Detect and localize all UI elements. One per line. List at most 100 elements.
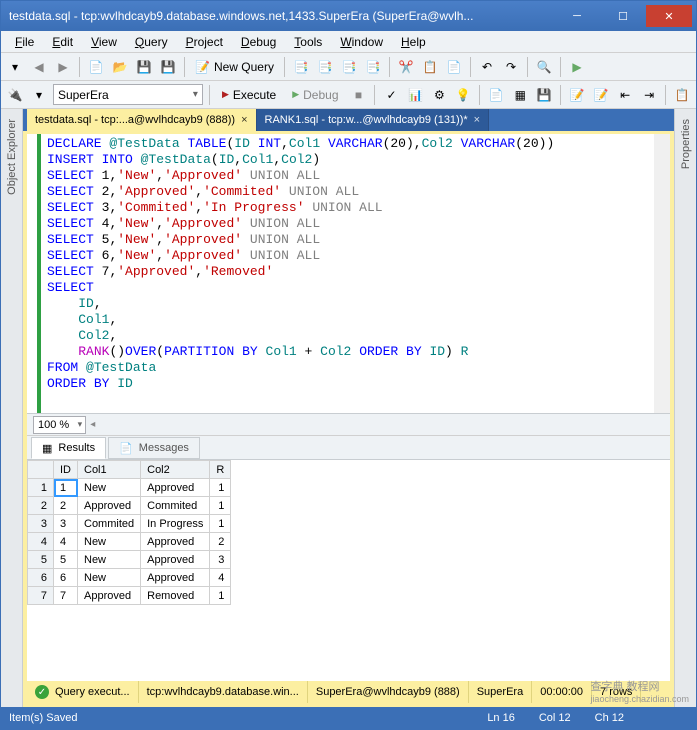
object-explorer-tab[interactable]: Object Explorer [1, 109, 23, 707]
collapse-icon[interactable]: ◂ [90, 419, 95, 430]
redo-button[interactable]: ↷ [501, 57, 521, 77]
results-grid[interactable]: IDCol1Col2R11NewApproved122ApprovedCommi… [27, 460, 670, 681]
database-combo[interactable]: SuperEra [53, 84, 203, 105]
column-header[interactable] [28, 461, 54, 479]
cell[interactable]: Approved [141, 533, 210, 551]
column-header[interactable]: Col1 [78, 461, 141, 479]
new-query-button[interactable]: 📝 New Query [191, 56, 278, 78]
uncomment-button[interactable]: 📝 [591, 85, 611, 105]
undo-button[interactable]: ↶ [477, 57, 497, 77]
increase-indent-button[interactable]: ⇥ [639, 85, 659, 105]
open-file-button[interactable]: 📂 [110, 57, 130, 77]
toolbar-icon[interactable]: 📑 [291, 57, 311, 77]
cell[interactable]: Approved [141, 479, 210, 497]
new-project-button[interactable]: 📄 [86, 57, 106, 77]
table-row[interactable]: 44NewApproved2 [28, 533, 231, 551]
menu-project[interactable]: Project [178, 33, 231, 51]
cell[interactable]: 1 [54, 479, 78, 497]
cell[interactable]: 6 [54, 569, 78, 587]
cell[interactable]: Approved [78, 497, 141, 515]
menu-query[interactable]: Query [127, 33, 176, 51]
close-icon[interactable]: × [241, 114, 247, 126]
table-row[interactable]: 11NewApproved1 [28, 479, 231, 497]
cell[interactable]: Approved [78, 587, 141, 605]
change-connection-button[interactable]: 🔌 [5, 85, 25, 105]
close-icon[interactable]: × [474, 114, 480, 126]
sql-editor[interactable]: DECLARE @TestData TABLE(ID INT,Col1 VARC… [27, 134, 670, 414]
cell[interactable]: Commited [141, 497, 210, 515]
debug-button[interactable]: Debug [286, 84, 344, 106]
copy-button[interactable]: 📋 [420, 57, 440, 77]
menu-tools[interactable]: Tools [286, 33, 330, 51]
editor-code[interactable]: DECLARE @TestData TABLE(ID INT,Col1 VARC… [41, 134, 670, 413]
cell[interactable]: 4 [210, 569, 231, 587]
cell[interactable]: 3 [54, 515, 78, 533]
cell[interactable]: In Progress [141, 515, 210, 533]
toolbar-icon[interactable]: 📑 [315, 57, 335, 77]
continue-button[interactable]: ▶ [567, 57, 587, 77]
cut-button[interactable]: ✂️ [396, 57, 416, 77]
results-to-file-button[interactable]: 💾 [534, 85, 554, 105]
cell[interactable]: 1 [210, 587, 231, 605]
comment-button[interactable]: 📝 [567, 85, 587, 105]
menu-view[interactable]: View [83, 33, 125, 51]
menu-help[interactable]: Help [393, 33, 434, 51]
intellisense-button[interactable]: 💡 [453, 85, 473, 105]
menu-debug[interactable]: Debug [233, 33, 284, 51]
dropdown-icon[interactable]: ▾ [5, 57, 25, 77]
cell[interactable]: 1 [210, 497, 231, 515]
save-button[interactable]: 💾 [134, 57, 154, 77]
decrease-indent-button[interactable]: ⇤ [615, 85, 635, 105]
results-to-grid-button[interactable]: ▦ [510, 85, 530, 105]
cell[interactable]: 1 [210, 479, 231, 497]
execute-button[interactable]: Execute [216, 84, 282, 106]
editor-scrollbar[interactable] [654, 134, 670, 413]
cell[interactable]: 3 [210, 551, 231, 569]
cell[interactable]: New [78, 551, 141, 569]
doc-tab[interactable]: testdata.sql - tcp:...a@wvlhdcayb9 (888)… [27, 109, 257, 131]
column-header[interactable]: ID [54, 461, 78, 479]
doc-tab[interactable]: RANK1.sql - tcp:w...@wvlhdcayb9 (131))*× [257, 109, 490, 131]
table-row[interactable]: 55NewApproved3 [28, 551, 231, 569]
results-to-text-button[interactable]: 📄 [486, 85, 506, 105]
window-maximize-button[interactable]: ☐ [600, 5, 646, 27]
specify-values-button[interactable]: 📋 [672, 85, 692, 105]
menu-edit[interactable]: Edit [44, 33, 81, 51]
tab-messages[interactable]: 📄 Messages [108, 437, 200, 459]
query-options-button[interactable]: ⚙ [429, 85, 449, 105]
cell[interactable]: 2 [210, 533, 231, 551]
cell[interactable]: 1 [210, 515, 231, 533]
cell[interactable]: 4 [54, 533, 78, 551]
cell[interactable]: New [78, 533, 141, 551]
cell[interactable]: Commited [78, 515, 141, 533]
toolbar-icon[interactable]: 📑 [339, 57, 359, 77]
table-row[interactable]: 33CommitedIn Progress1 [28, 515, 231, 533]
column-header[interactable]: R [210, 461, 231, 479]
cell[interactable]: 7 [54, 587, 78, 605]
find-button[interactable]: 🔍 [534, 57, 554, 77]
menu-file[interactable]: File [7, 33, 42, 51]
cancel-query-button[interactable]: ■ [349, 85, 369, 105]
menu-window[interactable]: Window [332, 33, 391, 51]
save-all-button[interactable]: 💾 [158, 57, 178, 77]
display-plan-button[interactable]: 📊 [405, 85, 425, 105]
properties-tab[interactable]: Properties [674, 109, 696, 707]
cell[interactable]: New [78, 479, 141, 497]
navigate-back-button[interactable]: ◀ [29, 57, 49, 77]
navigate-forward-button[interactable]: ▶ [53, 57, 73, 77]
disconnect-button[interactable]: ▾ [29, 85, 49, 105]
toolbar-icon[interactable]: 📑 [363, 57, 383, 77]
column-header[interactable]: Col2 [141, 461, 210, 479]
cell[interactable]: 2 [54, 497, 78, 515]
cell[interactable]: Approved [141, 551, 210, 569]
window-minimize-button[interactable]: ─ [554, 5, 600, 27]
table-row[interactable]: 22ApprovedCommited1 [28, 497, 231, 515]
cell[interactable]: New [78, 569, 141, 587]
cell[interactable]: Approved [141, 569, 210, 587]
tab-results[interactable]: ▦ Results [31, 437, 106, 459]
parse-button[interactable]: ✓ [381, 85, 401, 105]
window-close-button[interactable]: ✕ [646, 5, 692, 27]
cell[interactable]: Removed [141, 587, 210, 605]
paste-button[interactable]: 📄 [444, 57, 464, 77]
table-row[interactable]: 66NewApproved4 [28, 569, 231, 587]
